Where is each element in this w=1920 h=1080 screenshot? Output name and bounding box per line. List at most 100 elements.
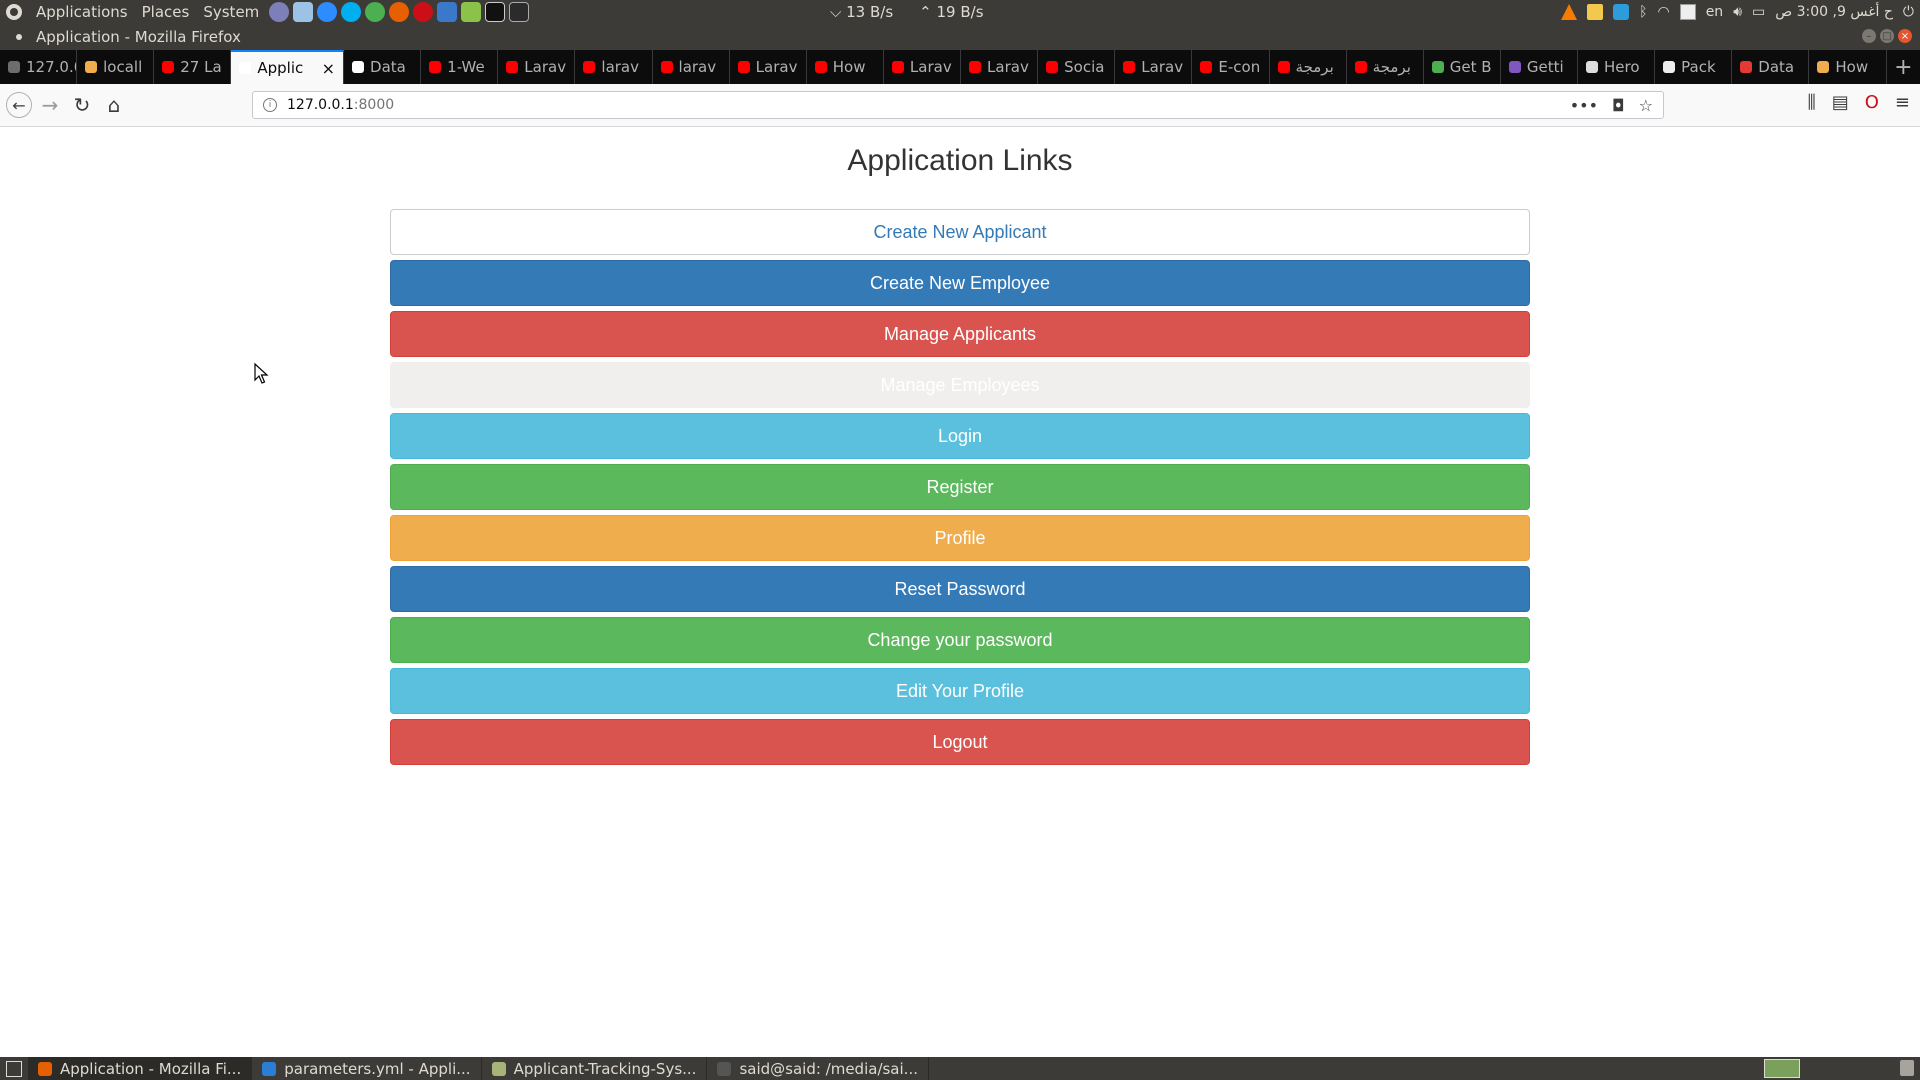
tab[interactable]: 1-We (421, 50, 499, 84)
change-your-password-button[interactable]: Change your password (390, 617, 1530, 663)
tab[interactable]: 27 La (154, 50, 232, 84)
tab[interactable]: Hero (1578, 50, 1656, 84)
archive-launcher-icon[interactable] (293, 2, 314, 22)
keyboard-icon[interactable] (1679, 4, 1696, 20)
taskbar-app-icon (717, 1061, 732, 1076)
logout-button[interactable]: Logout (390, 719, 1530, 765)
browser-launcher-icon[interactable] (269, 2, 290, 22)
tab[interactable]: Larav (498, 50, 576, 84)
maximize-icon[interactable]: □ (1880, 29, 1894, 43)
pocket-icon[interactable]: ◘ (1612, 96, 1625, 115)
battery-icon[interactable]: ▭ (1752, 4, 1765, 20)
manage-employees-button[interactable]: Manage Employees (390, 362, 1530, 408)
edit-your-profile-button[interactable]: Edit Your Profile (390, 668, 1530, 714)
tab[interactable]: Socia (1038, 50, 1116, 84)
trash-icon[interactable] (1900, 1060, 1914, 1076)
tab[interactable]: Larav (1115, 50, 1193, 84)
tab[interactable]: Data (1732, 50, 1810, 84)
tab[interactable]: Larav (961, 50, 1039, 84)
create-new-applicant-button[interactable]: Create New Applicant (390, 209, 1530, 255)
home-icon[interactable]: ⌂ (100, 91, 128, 119)
workspace-switcher[interactable] (1764, 1059, 1800, 1078)
register-button[interactable]: Register (390, 464, 1530, 510)
minimize-icon[interactable]: – (1862, 29, 1876, 43)
window-menu-icon[interactable] (16, 34, 22, 40)
terminal-launcher-icon[interactable] (509, 2, 530, 22)
applications-menu[interactable]: Applications (36, 3, 128, 21)
zoom-launcher-icon[interactable] (317, 2, 338, 22)
bookmark-star-icon[interactable]: ☆ (1639, 96, 1653, 115)
url-bar[interactable]: i 127.0.0.1:8000 ••• ◘ ☆ (252, 91, 1664, 119)
language-indicator[interactable]: en (1706, 4, 1724, 20)
tab-label: Larav (524, 58, 567, 76)
tab[interactable]: How (1809, 50, 1887, 84)
tab[interactable]: locall (77, 50, 155, 84)
library-icon[interactable]: ⫼ (1807, 92, 1815, 113)
wifi-icon[interactable]: ◠ (1657, 4, 1669, 20)
sidebar-icon[interactable]: ▤ (1832, 92, 1849, 113)
taskbar-app-icon (491, 1061, 506, 1076)
reset-password-button[interactable]: Reset Password (390, 566, 1530, 612)
tab[interactable]: Getti (1501, 50, 1579, 84)
taskbar-item[interactable]: said@said: /media/sai... (707, 1057, 929, 1080)
taskbar-item-label: parameters.yml - Appli... (284, 1059, 471, 1078)
taskbar-app-icon (262, 1061, 277, 1076)
hamburger-menu-icon[interactable]: ≡ (1895, 92, 1910, 113)
firefox-launcher-icon[interactable] (389, 2, 410, 22)
tab[interactable]: Get B (1424, 50, 1501, 84)
bluetooth-icon[interactable]: ᛒ (1639, 4, 1647, 20)
back-arrow-icon[interactable]: ← (6, 92, 32, 118)
volume-icon[interactable]: 🔊︎ (1733, 4, 1742, 20)
vscode-launcher-icon[interactable] (437, 2, 458, 22)
distro-logo-icon[interactable] (6, 4, 22, 20)
tab[interactable]: How (807, 50, 884, 84)
url-host: 127.0.0.1 (287, 97, 354, 113)
tab-favicon-icon (85, 61, 98, 73)
taskbar-item[interactable]: parameters.yml - Appli... (252, 1057, 482, 1080)
opera-launcher-icon[interactable] (413, 2, 434, 22)
phpstorm-launcher-icon[interactable] (485, 2, 506, 22)
show-desktop-icon[interactable] (6, 1060, 22, 1077)
close-window-icon[interactable]: × (1898, 29, 1912, 43)
tab[interactable]: Data (344, 50, 422, 84)
dropbox-icon[interactable] (1613, 4, 1630, 20)
manage-applicants-button[interactable]: Manage Applicants (390, 311, 1530, 357)
places-menu[interactable]: Places (142, 3, 190, 21)
tab[interactable]: Pack (1655, 50, 1733, 84)
bottom-taskbar: Application - Mozilla Fi... parameters.ym… (0, 1057, 1920, 1080)
sublime-launcher-icon[interactable] (461, 2, 482, 22)
system-menu[interactable]: System (203, 3, 259, 21)
reload-icon[interactable]: ↻ (68, 91, 96, 119)
skype-launcher-icon[interactable] (341, 2, 362, 22)
forward-arrow-icon[interactable]: → (36, 91, 64, 119)
tab-close-icon[interactable]: × (322, 59, 335, 78)
site-info-icon[interactable]: i (263, 98, 277, 112)
taskbar-item[interactable]: Applicant-Tracking-Sys... (482, 1057, 708, 1080)
create-new-employee-button[interactable]: Create New Employee (390, 260, 1530, 306)
clock[interactable]: ح أغس 9, 3:00 ص (1775, 4, 1893, 20)
tab-favicon-icon (814, 61, 827, 73)
taskbar-item[interactable]: Application - Mozilla Fi... (28, 1057, 253, 1080)
vlc-icon[interactable] (1561, 4, 1578, 20)
tab[interactable]: برمجة (1270, 50, 1347, 84)
tab[interactable]: برمجة (1347, 50, 1424, 84)
page-actions-icon[interactable]: ••• (1570, 96, 1598, 115)
tab[interactable]: larav (653, 50, 730, 84)
login-button[interactable]: Login (390, 413, 1530, 459)
tab-favicon-icon (1817, 61, 1830, 73)
page-title: Application Links (847, 144, 1073, 177)
chrome-launcher-icon[interactable] (365, 2, 386, 22)
power-icon[interactable]: ⏻ (1903, 4, 1914, 20)
new-tab-icon[interactable]: + (1887, 50, 1920, 84)
folder-icon[interactable] (1587, 4, 1604, 20)
tab[interactable]: Larav (884, 50, 962, 84)
tab[interactable]: Larav (730, 50, 807, 84)
opera-extension-icon[interactable]: O (1865, 92, 1879, 113)
tab-favicon-icon (1046, 61, 1059, 73)
profile-button[interactable]: Profile (390, 515, 1530, 561)
taskbar-item-label: said@said: /media/sai... (739, 1059, 918, 1078)
tab[interactable]: larav (575, 50, 653, 84)
tab-active[interactable]: Applic × (231, 50, 345, 84)
tab[interactable]: 127.0.0.1 (0, 50, 78, 84)
tab[interactable]: E-con (1192, 50, 1270, 84)
